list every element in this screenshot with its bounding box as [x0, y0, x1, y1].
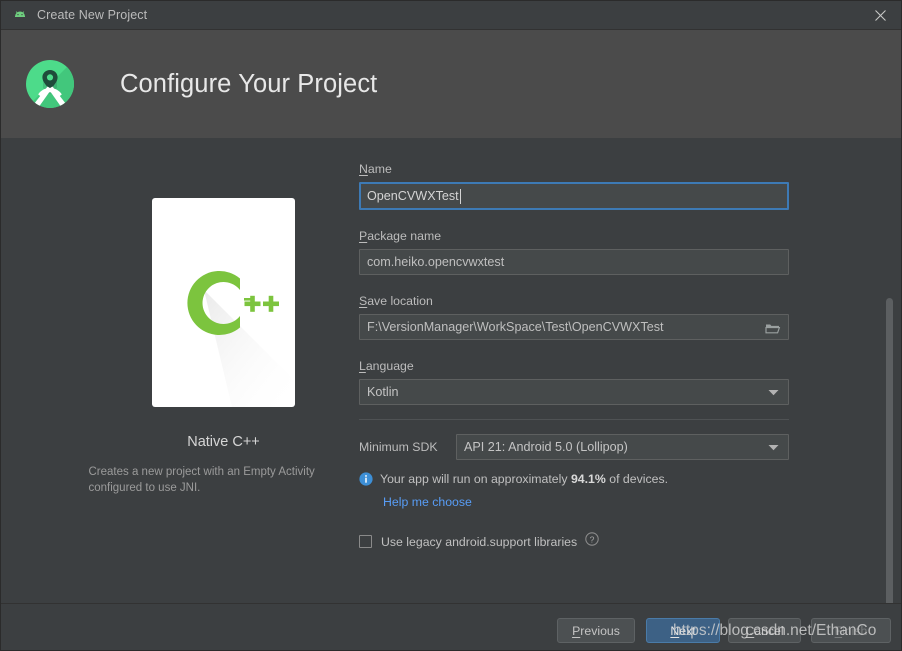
template-preview: Native C++ Creates a new project with an…: [61, 198, 386, 496]
form-divider: [359, 419, 789, 420]
package-name-input[interactable]: com.heiko.opencvwxtest: [359, 249, 789, 275]
folder-icon[interactable]: [759, 316, 787, 340]
title-bar: Create New Project: [1, 1, 901, 30]
previous-button[interactable]: Previous: [557, 618, 635, 643]
text-caret: [459, 188, 461, 204]
language-field-group: Language Kotlin: [359, 357, 789, 405]
save-location-label: Save location: [359, 294, 433, 308]
help-me-choose-link[interactable]: Help me choose: [383, 495, 789, 509]
close-icon[interactable]: [857, 1, 901, 29]
create-new-project-dialog: Create New Project Configure Your Projec…: [0, 0, 902, 651]
minimum-sdk-select[interactable]: API 21: Android 5.0 (Lollipop): [456, 434, 789, 460]
dialog-footer: Previous Next Cancel Finish: [1, 603, 901, 650]
content-scrollbar[interactable]: [886, 284, 893, 650]
next-button[interactable]: Next: [646, 618, 720, 643]
cancel-button[interactable]: Cancel: [728, 618, 801, 643]
language-select[interactable]: Kotlin: [359, 379, 789, 405]
svg-text:?: ?: [590, 534, 595, 544]
window-title: Create New Project: [37, 8, 148, 22]
language-label: Language: [359, 359, 414, 373]
page-title: Configure Your Project: [120, 69, 378, 98]
legacy-libraries-row: Use legacy android.support libraries ?: [359, 532, 789, 551]
android-icon: [12, 7, 28, 23]
package-name-value: com.heiko.opencvwxtest: [367, 255, 505, 269]
name-label: Name: [359, 162, 392, 176]
chevron-down-icon: [768, 385, 779, 399]
device-coverage-text: Your app will run on approximately 94.1%…: [380, 472, 669, 486]
project-form: Name OpenCVWXTest Package name com.heiko…: [359, 160, 789, 551]
dialog-header: Configure Your Project: [1, 30, 901, 138]
minimum-sdk-label: Minimum SDK: [359, 440, 438, 454]
android-studio-logo: [24, 58, 76, 110]
template-title: Native C++: [187, 434, 260, 450]
device-coverage-percent: 94.1%: [570, 472, 606, 486]
template-description: Creates a new project with an Empty Acti…: [88, 466, 315, 494]
dialog-content: Native C++ Creates a new project with an…: [1, 138, 901, 650]
save-location-field-group: Save location F:\VersionManager\WorkSpac…: [359, 292, 789, 340]
finish-button: Finish: [811, 618, 891, 643]
name-input-value: OpenCVWXTest: [367, 189, 459, 203]
chevron-down-icon: [768, 440, 779, 454]
info-icon: [359, 472, 373, 491]
language-value: Kotlin: [367, 385, 399, 399]
cpp-logo: [152, 198, 295, 407]
legacy-libraries-label: Use legacy android.support libraries: [381, 534, 578, 549]
question-mark-icon[interactable]: ?: [585, 532, 599, 551]
minimum-sdk-value: API 21: Android 5.0 (Lollipop): [464, 440, 628, 454]
minimum-sdk-field-group: Minimum SDK API 21: Android 5.0 (Lollipo…: [359, 434, 789, 460]
name-input[interactable]: OpenCVWXTest: [359, 182, 789, 210]
save-location-input[interactable]: F:\VersionManager\WorkSpace\Test\OpenCVW…: [359, 314, 789, 340]
package-name-label: Package name: [359, 229, 442, 243]
package-name-field-group: Package name com.heiko.opencvwxtest: [359, 227, 789, 275]
device-coverage-info: Your app will run on approximately 94.1%…: [359, 471, 789, 491]
legacy-libraries-checkbox[interactable]: [359, 535, 372, 548]
scrollbar-thumb[interactable]: [886, 298, 893, 650]
save-location-value: F:\VersionManager\WorkSpace\Test\OpenCVW…: [367, 320, 664, 334]
name-field-group: Name OpenCVWXTest: [359, 160, 789, 210]
